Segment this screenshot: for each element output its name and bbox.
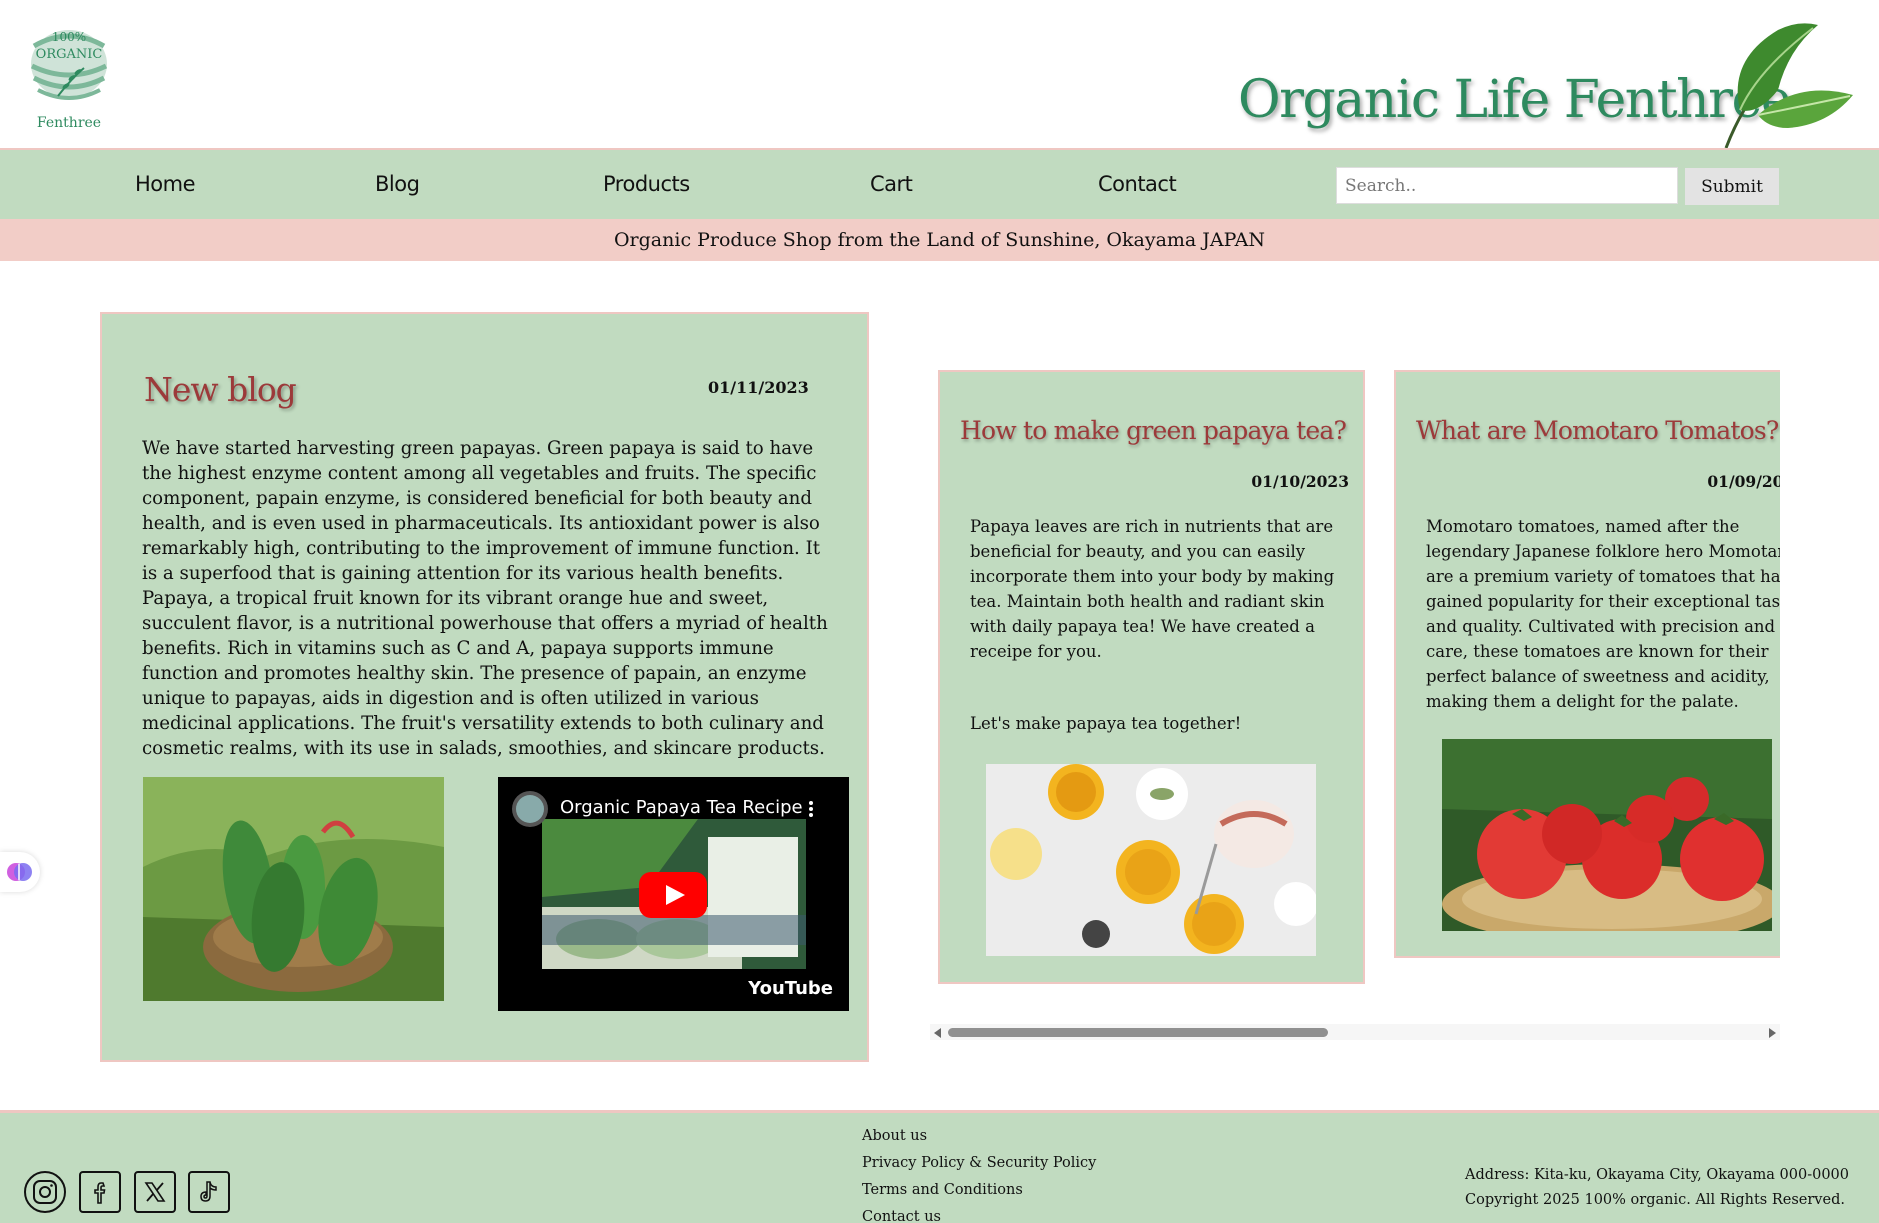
organic-logo[interactable]: 100% ORGANIC Fenthree bbox=[22, 16, 116, 136]
youtube-logo[interactable]: YouTube bbox=[748, 978, 833, 999]
footer-address-block: Address: Kita-ku, Okayama City, Okayama … bbox=[1465, 1163, 1849, 1213]
footer-link-contact[interactable]: Contact us bbox=[862, 1204, 1096, 1223]
scroll-left-icon[interactable] bbox=[934, 1028, 941, 1038]
featured-blog-card: New blog 01/11/2023 We have started harv… bbox=[100, 312, 869, 1062]
carousel-scrollbar[interactable] bbox=[930, 1024, 1780, 1040]
facebook-icon[interactable] bbox=[79, 1171, 121, 1213]
site-footer: About us Privacy Policy & Security Polic… bbox=[0, 1110, 1879, 1223]
site-header: 100% ORGANIC Fenthree Organic Life Fenth… bbox=[0, 0, 1879, 150]
post-extra-text: Let's make papaya tea together! bbox=[970, 714, 1242, 733]
play-icon[interactable] bbox=[639, 872, 707, 918]
logo-emblem-icon: 100% ORGANIC Fenthree bbox=[30, 30, 108, 131]
featured-blog-date: 01/11/2023 bbox=[708, 378, 809, 397]
post-body: Momotaro tomatoes, named after the legen… bbox=[1426, 517, 1780, 711]
site-title: Organic Life Fenthree bbox=[1238, 70, 1792, 130]
featured-blog-body: We have started harvesting green papayas… bbox=[142, 438, 828, 759]
papaya-tea-photo bbox=[986, 764, 1316, 956]
instagram-icon[interactable] bbox=[24, 1171, 66, 1213]
leaf-icon bbox=[1718, 20, 1858, 150]
scrollbar-thumb[interactable] bbox=[948, 1028, 1328, 1037]
brain-widget-icon[interactable] bbox=[0, 852, 40, 892]
footer-links: About us Privacy Policy & Security Polic… bbox=[862, 1123, 1096, 1223]
footer-link-privacy[interactable]: Privacy Policy & Security Policy bbox=[862, 1150, 1096, 1177]
post-date: 01/09/2023 bbox=[1707, 472, 1780, 491]
logo-mid-text: ORGANIC bbox=[36, 47, 103, 62]
blog-post-card: How to make green papaya tea? 01/10/2023… bbox=[938, 370, 1365, 984]
post-body: Papaya leaves are rich in nutrients that… bbox=[970, 517, 1335, 661]
post-title[interactable]: What are Momotaro Tomatos? bbox=[1416, 416, 1779, 445]
blog-post-card: What are Momotaro Tomatos? 01/09/2023 Mo… bbox=[1394, 370, 1780, 958]
x-icon[interactable] bbox=[134, 1171, 176, 1213]
tomato-photo bbox=[1442, 739, 1772, 931]
logo-bottom-text: Fenthree bbox=[37, 115, 101, 131]
tagline-banner: Organic Produce Shop from the Land of Su… bbox=[0, 219, 1879, 261]
video-title: Organic Papaya Tea Recipe bbox=[560, 797, 803, 818]
main-nav: Home Blog Products Cart Contact Submit bbox=[0, 148, 1879, 219]
youtube-video-embed[interactable]: Organic Papaya Tea Recipe YouTube bbox=[498, 777, 849, 1011]
nav-products[interactable]: Products bbox=[603, 172, 690, 196]
search-input[interactable] bbox=[1336, 167, 1678, 204]
post-date: 01/10/2023 bbox=[1251, 472, 1349, 491]
logo-top-text: 100% bbox=[52, 30, 86, 44]
featured-blog-title[interactable]: New blog bbox=[144, 370, 297, 409]
footer-link-about[interactable]: About us bbox=[862, 1123, 1096, 1150]
scroll-right-icon[interactable] bbox=[1769, 1028, 1776, 1038]
footer-address: Address: Kita-ku, Okayama City, Okayama … bbox=[1465, 1167, 1849, 1183]
nav-contact[interactable]: Contact bbox=[1098, 172, 1177, 196]
nav-cart[interactable]: Cart bbox=[870, 172, 913, 196]
tiktok-icon[interactable] bbox=[188, 1171, 230, 1213]
nav-blog[interactable]: Blog bbox=[375, 172, 420, 196]
post-title[interactable]: How to make green papaya tea? bbox=[960, 416, 1347, 445]
blog-carousel[interactable]: How to make green papaya tea? 01/10/2023… bbox=[938, 370, 1780, 990]
search-submit-button[interactable]: Submit bbox=[1685, 168, 1779, 205]
footer-copyright: Copyright 2025 100% organic. All Rights … bbox=[1465, 1192, 1845, 1208]
footer-link-terms[interactable]: Terms and Conditions bbox=[862, 1177, 1096, 1204]
papaya-photo bbox=[143, 777, 444, 1001]
nav-home[interactable]: Home bbox=[135, 172, 196, 196]
